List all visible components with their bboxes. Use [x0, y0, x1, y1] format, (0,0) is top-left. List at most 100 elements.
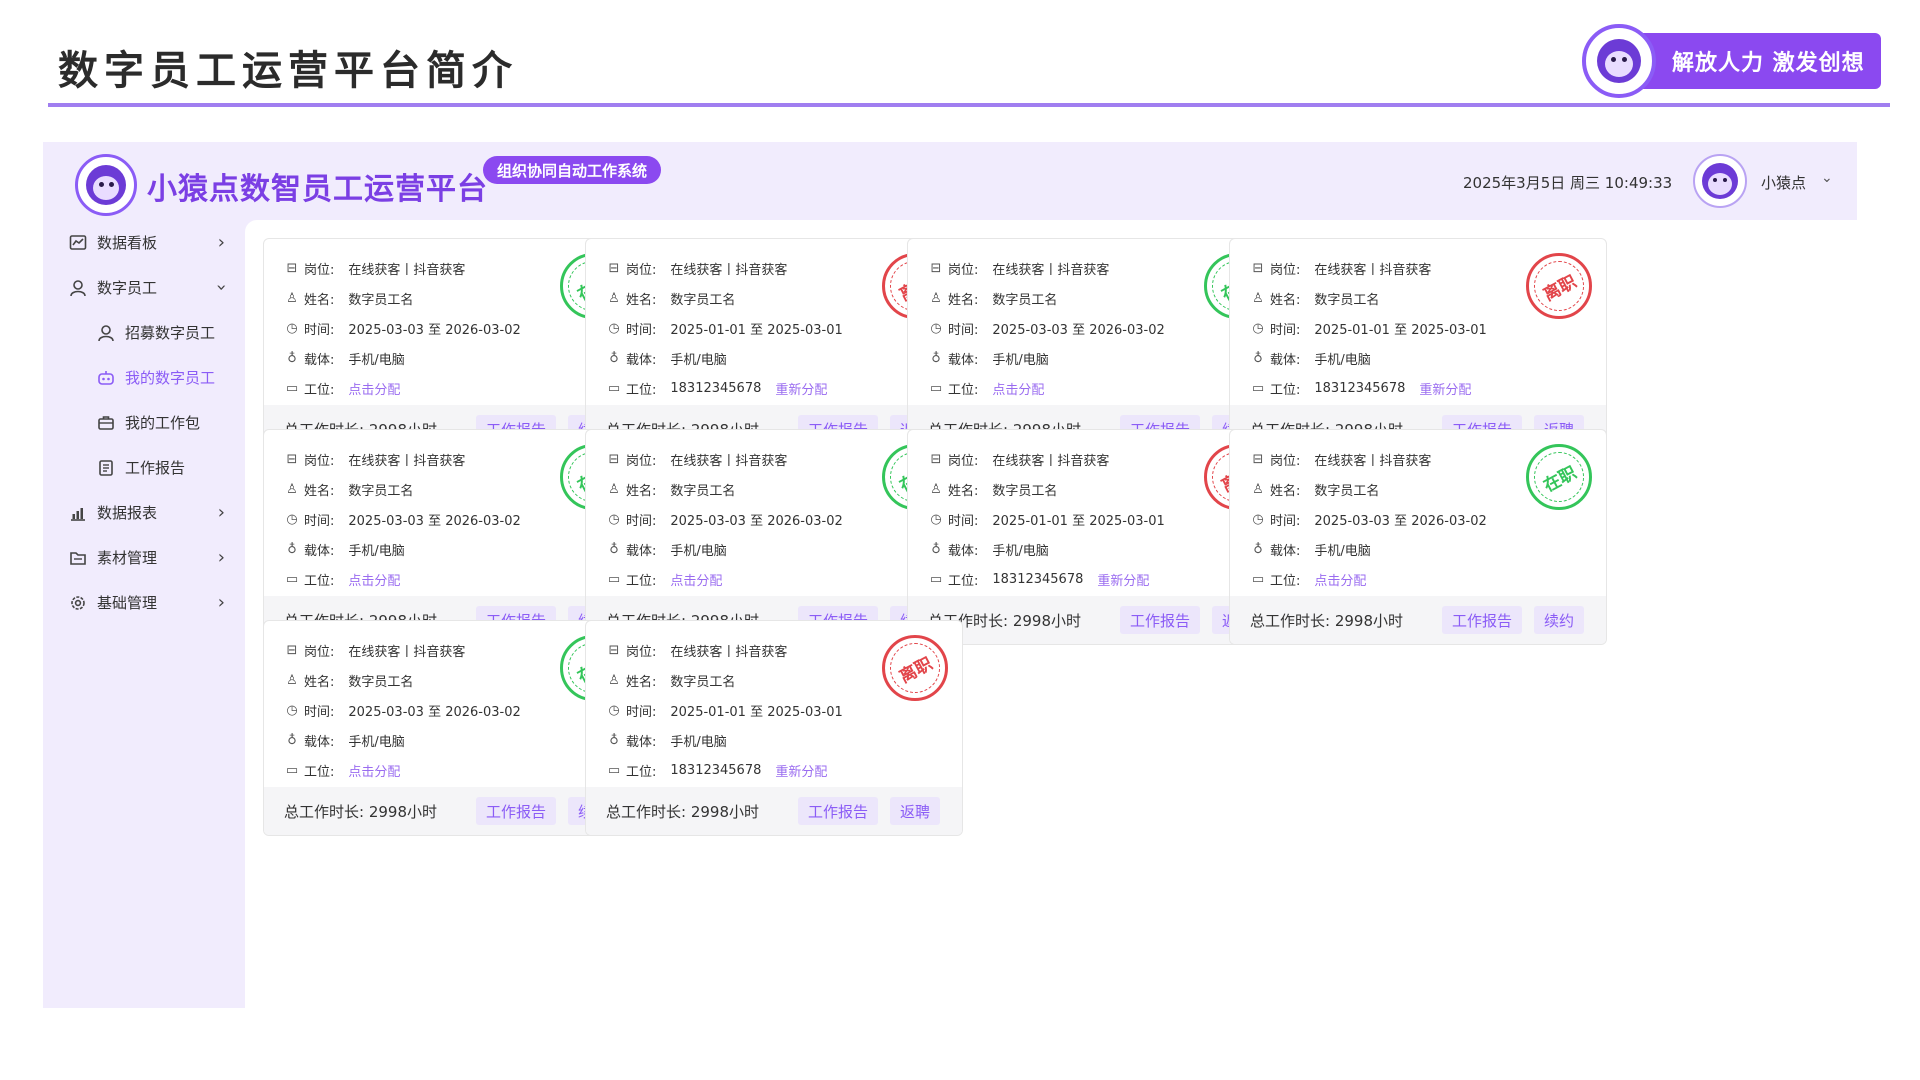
- sidebar-item-my-staff[interactable]: 我的数字员工: [43, 355, 243, 400]
- post-value: 在线获客丨抖音获客: [1314, 453, 1432, 469]
- time-row: ◷ 时间: 2025-03-03 至 2026-03-02: [928, 313, 1164, 343]
- station-label: 工位:: [1270, 573, 1301, 589]
- user-icon: [67, 277, 89, 299]
- staff-card: ⊟ 岗位: 在线获客丨抖音获客 ♙ 姓名: 数字员工名 ◷ 时间: 2025-0…: [585, 620, 963, 836]
- name-row: ♙ 姓名: 数字员工名: [606, 283, 843, 313]
- card-info: ⊟ 岗位: 在线获客丨抖音获客 ♙ 姓名: 数字员工名 ◷ 时间: 2025-0…: [606, 635, 843, 785]
- name-row: ♙ 姓名: 数字员工名: [284, 665, 521, 695]
- sidebar-item-label: 数字员工: [97, 279, 158, 297]
- report-icon: [95, 457, 117, 479]
- assign-link[interactable]: 重新分配: [775, 379, 827, 398]
- work-report-button[interactable]: 工作报告: [1120, 606, 1201, 634]
- user-name[interactable]: 小猿点: [1761, 172, 1806, 193]
- app-logo-icon[interactable]: [75, 154, 137, 216]
- sidebar: 数据看板 › 数字员工 › 招募数字员工 我的数字员工 我的工作包 工作报告 数…: [43, 220, 243, 625]
- chevron-down-icon[interactable]: ⌄: [1821, 170, 1833, 186]
- name-value: 数字员工名: [348, 483, 414, 499]
- carrier-label: 载体:: [304, 352, 335, 368]
- monkey-logo-icon: [1582, 24, 1656, 98]
- time-value: 2025-03-03 至 2026-03-02: [670, 513, 843, 529]
- sidebar-item-work-package[interactable]: 我的工作包: [43, 400, 243, 445]
- clock-icon: ◷: [930, 320, 942, 336]
- monitor-icon: ▭: [607, 762, 621, 778]
- name-label: 姓名:: [304, 483, 335, 499]
- time-row: ◷ 时间: 2025-03-03 至 2026-03-02: [284, 695, 520, 725]
- sidebar-item-dashboard[interactable]: 数据看板 ›: [43, 220, 243, 265]
- time-label: 时间:: [948, 513, 979, 529]
- contract-action-button[interactable]: 返聘: [890, 797, 941, 825]
- chevron-right-icon: ›: [217, 502, 225, 523]
- station-row: ▭ 工位: 点击分配: [606, 564, 843, 594]
- station-row: ▭ 工位: 18312345678 重新分配: [928, 564, 1165, 594]
- user-avatar[interactable]: [1693, 154, 1747, 208]
- clock-icon: ◷: [286, 702, 298, 718]
- carrier-value: 手机/电脑: [1314, 352, 1371, 368]
- carrier-label: 载体:: [304, 543, 335, 559]
- sidebar-item-basic-settings[interactable]: 基础管理 ›: [43, 580, 243, 625]
- clock-icon: ◷: [608, 702, 620, 718]
- assign-link[interactable]: 点击分配: [670, 570, 722, 589]
- card-info: ⊟ 岗位: 在线获客丨抖音获客 ♙ 姓名: 数字员工名 ◷ 时间: 2025-0…: [606, 444, 843, 594]
- assign-link[interactable]: 点击分配: [992, 379, 1044, 398]
- sidebar-item-materials[interactable]: 素材管理 ›: [43, 535, 243, 580]
- person-icon: ♙: [1252, 481, 1264, 497]
- sidebar-item-recruit[interactable]: 招募数字员工: [43, 310, 243, 355]
- staff-card: ⊟ 岗位: 在线获客丨抖音获客 ♙ 姓名: 数字员工名 ◷ 时间: 2025-0…: [1229, 238, 1607, 454]
- station-row: ▭ 工位: 18312345678 重新分配: [1250, 373, 1487, 403]
- station-label: 工位:: [304, 573, 335, 589]
- card-info: ⊟ 岗位: 在线获客丨抖音获客 ♙ 姓名: 数字员工名 ◷ 时间: 2025-0…: [1250, 444, 1487, 594]
- assign-link[interactable]: 重新分配: [1097, 570, 1149, 589]
- chevron-right-icon: ›: [217, 232, 225, 253]
- assign-link[interactable]: 点击分配: [348, 379, 400, 398]
- time-label: 时间:: [626, 322, 657, 338]
- assign-link[interactable]: 点击分配: [1314, 570, 1366, 589]
- carrier-row: ♁ 载体: 手机/电脑: [606, 343, 843, 373]
- clock-icon: ◷: [286, 511, 298, 527]
- name-row: ♙ 姓名: 数字员工名: [606, 474, 843, 504]
- post-label: 岗位:: [626, 644, 657, 660]
- station-label: 工位:: [626, 382, 657, 398]
- post-value: 在线获客丨抖音获客: [992, 453, 1110, 469]
- post-row: ⊟ 岗位: 在线获客丨抖音获客: [928, 253, 1165, 283]
- time-row: ◷ 时间: 2025-03-03 至 2026-03-02: [284, 313, 520, 343]
- carrier-row: ♁ 载体: 手机/电脑: [284, 343, 521, 373]
- person-icon: ♙: [608, 481, 620, 497]
- post-row: ⊟ 岗位: 在线获客丨抖音获客: [284, 253, 521, 283]
- monitor-icon: ▭: [607, 571, 621, 587]
- name-row: ♙ 姓名: 数字员工名: [1250, 474, 1487, 504]
- station-value: 18312345678: [670, 380, 762, 396]
- chevron-right-icon: ›: [217, 547, 225, 568]
- total-hours: 总工作时长: 2998小时: [606, 802, 759, 821]
- post-icon: ⊟: [930, 451, 942, 467]
- total-hours: 总工作时长: 2998小时: [1250, 611, 1403, 630]
- carrier-row: ♁ 载体: 手机/电脑: [928, 343, 1165, 373]
- work-report-button[interactable]: 工作报告: [1442, 606, 1523, 634]
- contract-action-button[interactable]: 续约: [1534, 606, 1585, 634]
- bell-icon: ♁: [609, 350, 619, 366]
- carrier-value: 手机/电脑: [1314, 543, 1371, 559]
- station-row: ▭ 工位: 18312345678 重新分配: [606, 755, 843, 785]
- carrier-value: 手机/电脑: [348, 352, 405, 368]
- assign-link[interactable]: 点击分配: [348, 761, 400, 780]
- name-value: 数字员工名: [348, 292, 414, 308]
- assign-link[interactable]: 重新分配: [1419, 379, 1471, 398]
- card-info: ⊟ 岗位: 在线获客丨抖音获客 ♙ 姓名: 数字员工名 ◷ 时间: 2025-0…: [606, 253, 843, 403]
- post-label: 岗位:: [304, 262, 335, 278]
- work-report-button[interactable]: 工作报告: [476, 797, 557, 825]
- sidebar-item-digital-staff[interactable]: 数字员工 ›: [43, 265, 243, 310]
- carrier-label: 载体:: [626, 352, 657, 368]
- sidebar-item-work-report[interactable]: 工作报告: [43, 445, 243, 490]
- sidebar-item-data-report[interactable]: 数据报表 ›: [43, 490, 243, 535]
- gear-icon: [67, 592, 89, 614]
- recruit-icon: [95, 322, 117, 344]
- work-report-button[interactable]: 工作报告: [798, 797, 879, 825]
- assign-link[interactable]: 点击分配: [348, 570, 400, 589]
- person-icon: ♙: [286, 481, 298, 497]
- assign-link[interactable]: 重新分配: [775, 761, 827, 780]
- sidebar-item-label: 我的工作包: [125, 414, 201, 432]
- name-row: ♙ 姓名: 数字员工名: [928, 474, 1165, 504]
- name-label: 姓名:: [948, 292, 979, 308]
- bell-icon: ♁: [287, 732, 297, 748]
- status-stamp: 离职: [1526, 253, 1592, 319]
- name-value: 数字员工名: [992, 292, 1058, 308]
